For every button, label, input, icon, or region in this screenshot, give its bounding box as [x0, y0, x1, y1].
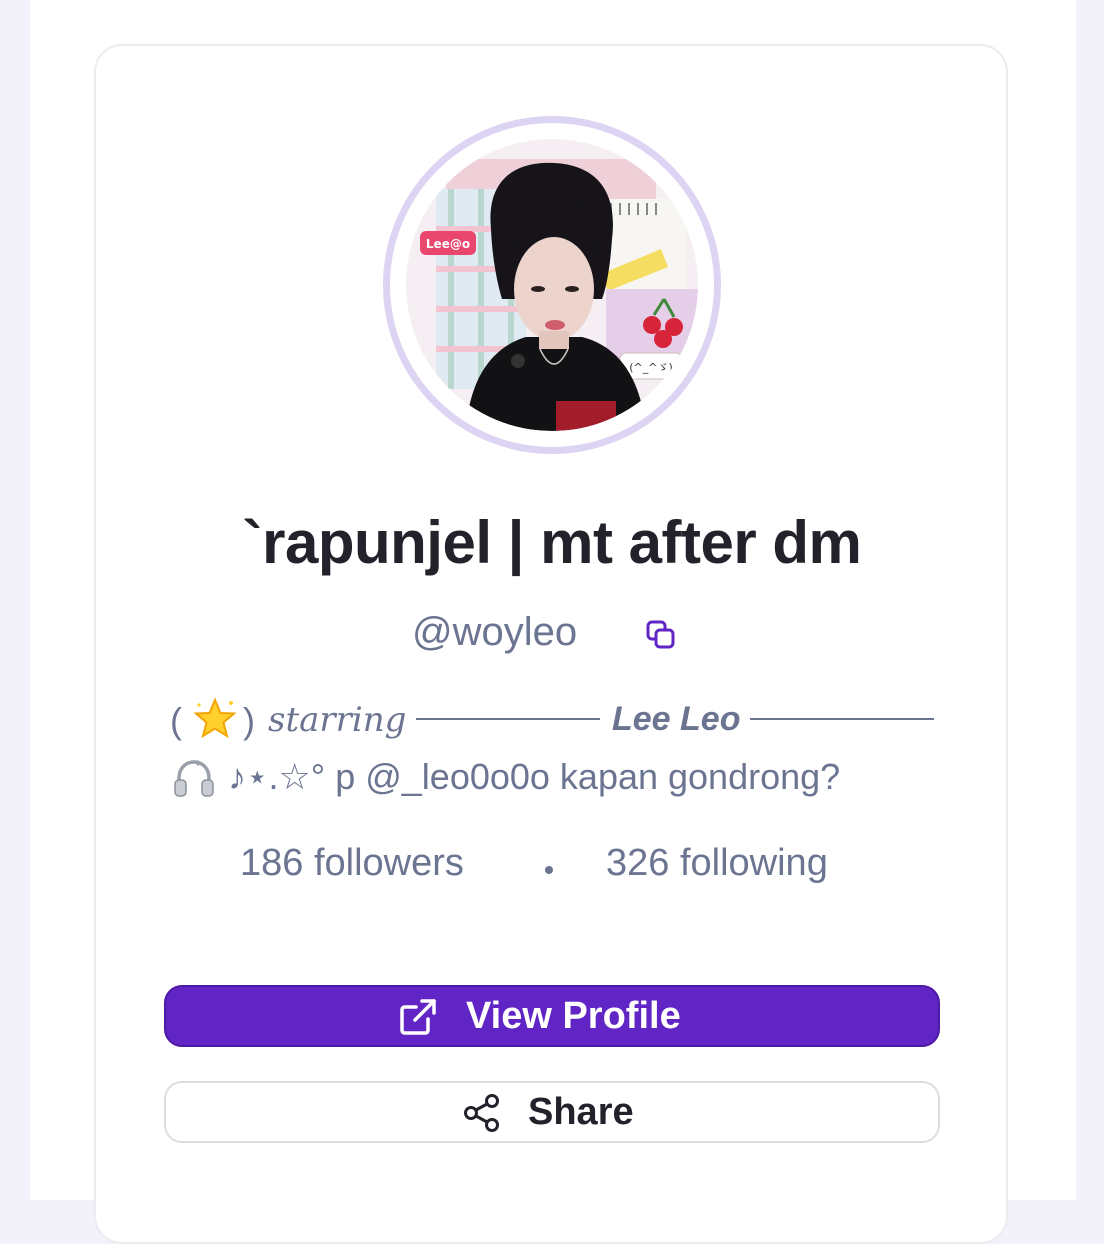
bio-starring: starring	[268, 700, 407, 740]
bio-open-paren: (	[170, 700, 182, 741]
share-button[interactable]: Share	[164, 1081, 940, 1143]
avatar[interactable]: (^_^ゞ) Lee@o	[406, 139, 698, 431]
view-profile-button[interactable]: View Profile	[164, 985, 940, 1047]
following-count[interactable]: 326 following	[606, 842, 828, 885]
display-name: `rapunjel | mt after dm	[242, 509, 862, 576]
bio-divider-left	[416, 718, 600, 720]
view-profile-label: View Profile	[466, 995, 681, 1037]
bio-name: Lee Leo	[612, 700, 741, 738]
name-sticker-text: Lee@o	[426, 237, 470, 251]
bio-line2-text: ♪⋆.☆° p @_leo0o0o kapan gondrong?	[228, 756, 841, 797]
handle: @woyleo	[412, 610, 578, 654]
kaomoji-sticker-text: (^_^ゞ)	[629, 361, 673, 374]
external-link-icon	[398, 997, 438, 1037]
star-emoji-icon	[193, 697, 237, 741]
bio-divider-right	[750, 718, 934, 720]
avatar-image: (^_^ゞ) Lee@o	[406, 139, 698, 431]
stats-separator-dot	[545, 866, 553, 874]
handle-row: @woyleo	[0, 610, 1104, 662]
headphones-emoji-icon	[172, 756, 216, 800]
copy-icon[interactable]	[643, 618, 679, 654]
share-label: Share	[528, 1091, 634, 1133]
followers-count[interactable]: 186 followers	[240, 842, 464, 885]
bio-close-paren: )	[243, 700, 255, 741]
share-icon	[462, 1093, 502, 1133]
